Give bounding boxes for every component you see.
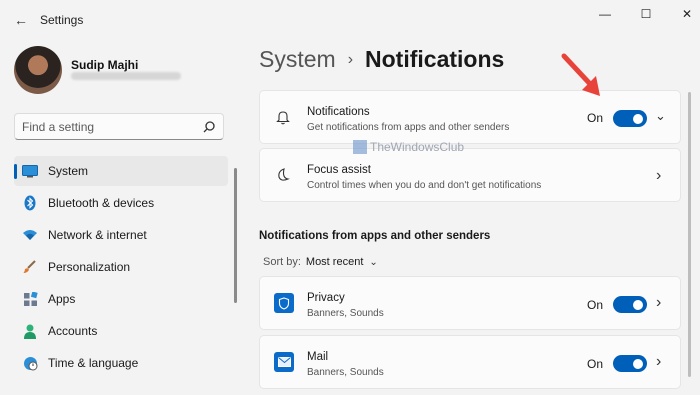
search-box[interactable] bbox=[14, 113, 224, 140]
close-button[interactable]: ✕ bbox=[675, 6, 699, 22]
sidebar-item-label: System bbox=[48, 164, 89, 178]
privacy-toggle[interactable] bbox=[613, 296, 647, 313]
mail-icon bbox=[274, 352, 294, 372]
sidebar-item-label: Bluetooth & devices bbox=[48, 196, 155, 210]
app-row-mail[interactable]: Mail Banners, Sounds On › bbox=[259, 335, 681, 389]
title-bar: ← Settings — ☐ ✕ bbox=[0, 0, 700, 40]
sidebar-nav: System Bluetooth & devices Network & int… bbox=[14, 156, 228, 380]
chevron-right-icon[interactable]: › bbox=[656, 353, 661, 371]
monitor-icon bbox=[22, 163, 38, 179]
wifi-icon bbox=[22, 227, 38, 243]
window-title: Settings bbox=[40, 13, 84, 27]
section-heading: Notifications from apps and other sender… bbox=[259, 230, 491, 242]
sidebar-item-label: Personalization bbox=[48, 260, 131, 274]
globe-clock-icon bbox=[22, 355, 38, 371]
breadcrumb-separator: › bbox=[347, 50, 354, 68]
toggle-state-label: On bbox=[587, 357, 604, 371]
toggle-state-label: On bbox=[587, 111, 604, 125]
notifications-card[interactable]: Notifications Get notifications from app… bbox=[259, 90, 681, 144]
main-scrollbar[interactable] bbox=[688, 92, 691, 377]
search-icon[interactable] bbox=[202, 120, 216, 134]
sort-label: Sort by: bbox=[263, 256, 301, 268]
expand-chevron-icon[interactable]: ⌄ bbox=[655, 108, 666, 124]
brush-icon bbox=[22, 259, 38, 275]
app-row-privacy[interactable]: Privacy Banners, Sounds On › bbox=[259, 276, 681, 330]
app-name: Mail bbox=[307, 351, 329, 363]
sidebar-item-label: Accounts bbox=[48, 324, 98, 338]
card-subtitle: Get notifications from apps and other se… bbox=[307, 122, 510, 133]
chevron-down-icon[interactable]: ⌄ bbox=[369, 257, 377, 268]
person-icon bbox=[22, 323, 38, 339]
sort-value[interactable]: Most recent bbox=[306, 256, 363, 268]
sidebar-item-label: Network & internet bbox=[48, 228, 147, 242]
annotation-arrow-icon bbox=[561, 53, 600, 96]
mail-toggle[interactable] bbox=[613, 355, 647, 372]
sidebar-item-bluetooth[interactable]: Bluetooth & devices bbox=[14, 188, 228, 218]
toggle-state-label: On bbox=[587, 298, 604, 312]
card-title: Notifications bbox=[307, 106, 370, 118]
sidebar-scrollbar[interactable] bbox=[234, 168, 237, 303]
moon-icon bbox=[274, 166, 292, 184]
breadcrumb-parent[interactable]: System bbox=[259, 46, 336, 73]
shield-icon bbox=[274, 293, 294, 313]
bell-icon bbox=[274, 108, 292, 126]
user-email-redacted bbox=[71, 72, 181, 80]
page-title: Notifications bbox=[365, 46, 505, 72]
sidebar-item-label: Time & language bbox=[48, 356, 139, 370]
sidebar-item-personalization[interactable]: Personalization bbox=[14, 252, 228, 282]
user-name: Sudip Majhi bbox=[71, 58, 139, 72]
sidebar-item-label: Apps bbox=[48, 292, 76, 306]
user-avatar[interactable] bbox=[14, 46, 62, 94]
sidebar-item-system[interactable]: System bbox=[14, 156, 228, 186]
sidebar-item-accounts[interactable]: Accounts bbox=[14, 316, 228, 346]
sidebar-item-time-language[interactable]: Time & language bbox=[14, 348, 228, 378]
sidebar-item-network[interactable]: Network & internet bbox=[14, 220, 228, 250]
maximize-button[interactable]: ☐ bbox=[634, 6, 658, 22]
minimize-button[interactable]: — bbox=[593, 6, 617, 22]
chevron-right-icon[interactable]: › bbox=[656, 294, 661, 312]
search-input[interactable] bbox=[22, 119, 192, 135]
card-title: Focus assist bbox=[307, 164, 371, 176]
app-subtitle: Banners, Sounds bbox=[307, 367, 384, 378]
app-name: Privacy bbox=[307, 292, 345, 304]
chevron-right-icon[interactable]: › bbox=[656, 167, 661, 185]
focus-assist-card[interactable]: Focus assist Control times when you do a… bbox=[259, 148, 681, 202]
back-button[interactable]: ← bbox=[10, 10, 32, 30]
breadcrumb: System › Notifications bbox=[259, 46, 504, 73]
notifications-toggle[interactable] bbox=[613, 110, 647, 127]
sidebar-item-apps[interactable]: Apps bbox=[14, 284, 228, 314]
apps-icon bbox=[22, 291, 38, 307]
card-subtitle: Control times when you do and don't get … bbox=[307, 180, 542, 191]
bluetooth-icon bbox=[22, 195, 38, 211]
app-subtitle: Banners, Sounds bbox=[307, 308, 384, 319]
sort-dropdown[interactable]: Sort by: Most recent ⌄ bbox=[263, 256, 378, 268]
